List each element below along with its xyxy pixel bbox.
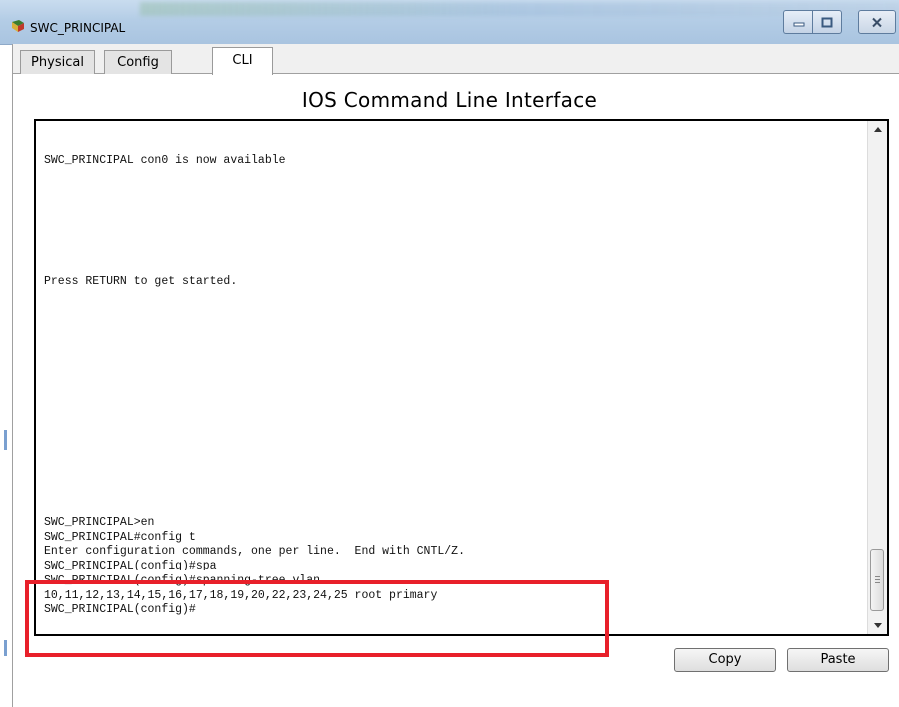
window-edge-artifact xyxy=(4,430,7,450)
console-line: Enter configuration commands, one per li… xyxy=(44,545,465,558)
copy-button[interactable]: Copy xyxy=(674,648,776,672)
cli-console[interactable]: SWC_PRINCIPAL con0 is now available Pres… xyxy=(34,119,889,636)
maximize-icon xyxy=(821,17,833,27)
cli-heading: IOS Command Line Interface xyxy=(301,88,598,112)
minimize-icon xyxy=(793,22,804,27)
window-edge-artifact xyxy=(4,640,7,656)
window-title: SWC_PRINCIPAL xyxy=(30,21,126,35)
tab-cli[interactable]: CLI xyxy=(212,47,273,75)
console-line: SWC_PRINCIPAL(config)#spa xyxy=(44,560,217,570)
chevron-down-icon xyxy=(873,623,882,628)
tab-bar: Physical Config CLI xyxy=(12,44,899,75)
scroll-up-button[interactable] xyxy=(868,121,887,138)
console-line: SWC_PRINCIPAL(config)# xyxy=(44,603,196,616)
console-line: SWC_PRINCIPAL#config t xyxy=(44,531,196,544)
console-scrollbar[interactable] xyxy=(867,121,887,634)
scroll-down-button[interactable] xyxy=(868,617,887,634)
close-icon xyxy=(872,17,882,27)
cli-output[interactable]: SWC_PRINCIPAL con0 is now available Pres… xyxy=(44,121,854,634)
chevron-up-icon xyxy=(873,127,882,132)
console-line: 10,11,12,13,14,15,16,17,18,19,20,22,23,2… xyxy=(44,589,438,602)
tab-config[interactable]: Config xyxy=(104,50,172,74)
packet-tracer-switch-icon xyxy=(12,20,24,32)
console-line: SWC_PRINCIPAL>en xyxy=(44,516,155,529)
close-button[interactable] xyxy=(858,10,896,34)
paste-button[interactable]: Paste xyxy=(787,648,889,672)
grip-icon xyxy=(875,576,880,585)
scroll-thumb[interactable] xyxy=(870,549,884,611)
console-line: SWC_PRINCIPAL con0 is now available xyxy=(44,154,286,167)
window-titlebar[interactable]: SWC_PRINCIPAL xyxy=(0,0,899,45)
tab-physical[interactable]: Physical xyxy=(20,50,95,74)
minimize-button[interactable] xyxy=(783,10,813,34)
console-line: Press RETURN to get started. xyxy=(44,275,238,288)
maximize-button[interactable] xyxy=(812,10,842,34)
console-line: SWC_PRINCIPAL(config)#spanning-tree vlan xyxy=(44,574,321,587)
